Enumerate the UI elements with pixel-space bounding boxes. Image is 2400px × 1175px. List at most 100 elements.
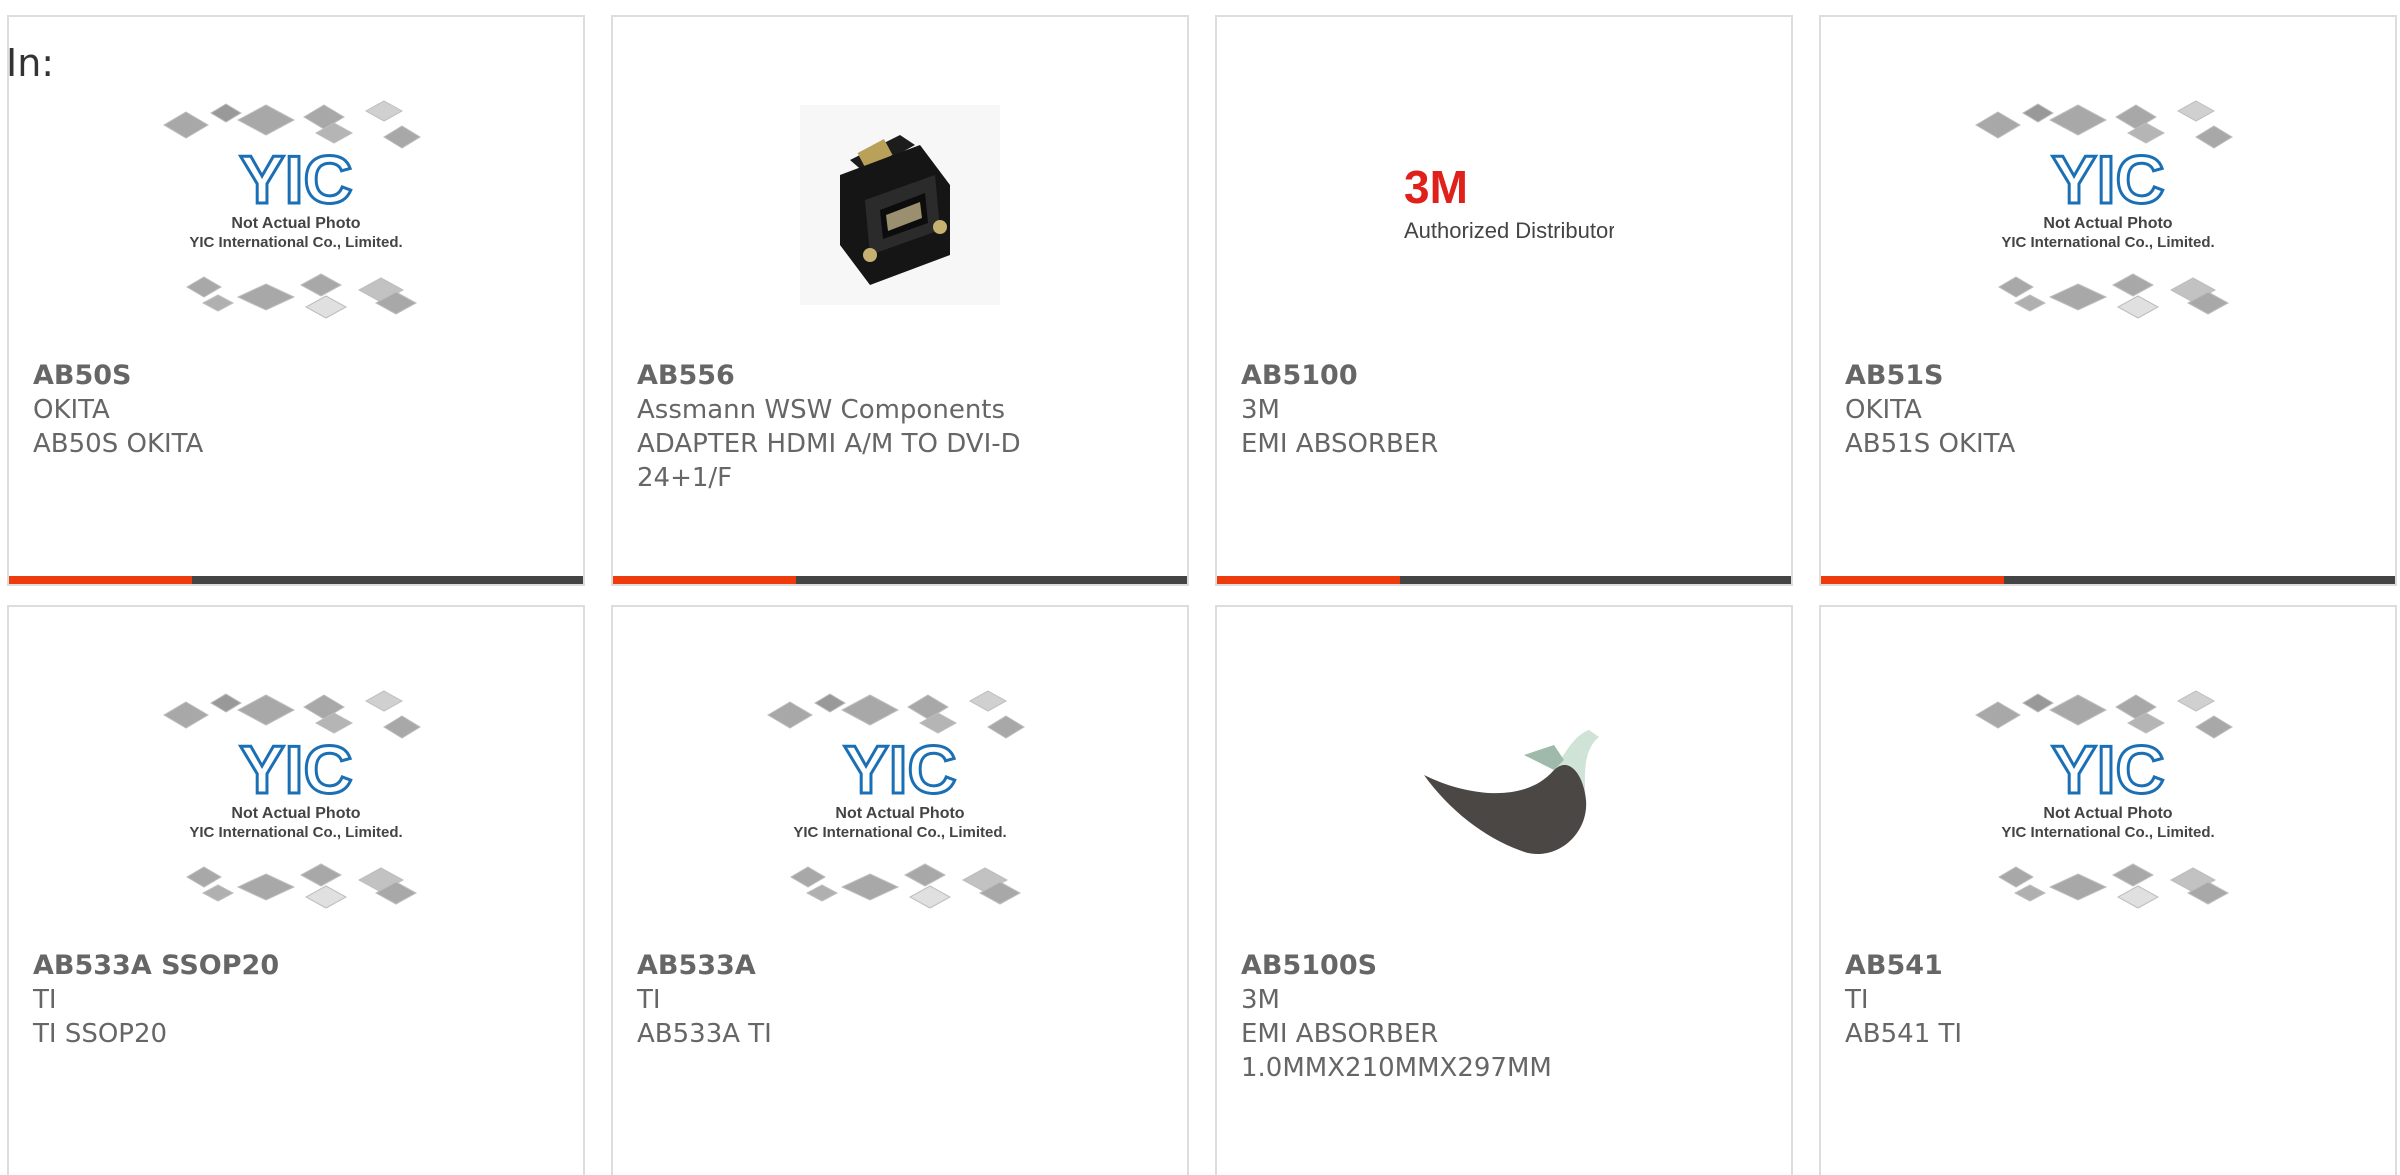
chip-icon <box>383 125 421 149</box>
chip-icon <box>163 701 209 729</box>
chip-icon <box>236 694 296 726</box>
part-number-link[interactable]: AB50S <box>33 359 563 393</box>
description: TI SSOP20 <box>33 1019 168 1049</box>
manufacturer: OKITA <box>1845 395 1922 425</box>
chip-icon <box>805 884 839 902</box>
card-bottom-bar <box>613 576 1187 584</box>
placeholder-line2: YIC International Co., Limited. <box>189 824 402 841</box>
chip-icon <box>299 863 343 887</box>
product-card[interactable]: YIC Not Actual Photo YIC International Co.… <box>7 15 585 586</box>
manufacturer: TI <box>637 985 661 1015</box>
chip-icon <box>299 273 343 297</box>
chip-icon <box>790 866 826 888</box>
chip-icon <box>186 866 222 888</box>
part-number-link[interactable]: AB51S <box>1845 359 2375 393</box>
manufacturer: 3M <box>1241 985 1280 1015</box>
chip-icon <box>2048 873 2108 901</box>
chip-icon <box>767 701 813 729</box>
product-card[interactable]: YIC Not Actual Photo YIC International Co.… <box>1819 605 2397 1175</box>
placeholder-line1: Not Actual Photo <box>2043 215 2172 232</box>
part-number-link[interactable]: AB541 <box>1845 949 2375 983</box>
chip-icon <box>987 715 1025 739</box>
chip-icon <box>2195 125 2233 149</box>
description: AB51S OKITA <box>1845 429 2016 459</box>
product-card[interactable]: AB5100S 3M EMI ABSORBER 1.0MMX210MMX297M… <box>1215 605 1793 1175</box>
product-image[interactable]: YIC Not Actual Photo YIC International Co.… <box>760 675 1040 915</box>
product-card[interactable]: 3M Authorized Distributor AB5100 3M EMI … <box>1215 15 1793 586</box>
chip-icon <box>210 693 242 713</box>
placeholder-line1: Not Actual Photo <box>2043 805 2172 822</box>
card-accent-bar <box>613 576 796 584</box>
chip-icon <box>2022 103 2054 123</box>
card-accent-bar <box>9 576 192 584</box>
product-image[interactable]: YIC Not Actual Photo YIC International Co.… <box>156 85 436 325</box>
yic-logo: YIC <box>2051 732 2164 808</box>
hdmi-dvi-adapter-photo <box>800 105 1000 305</box>
card-accent-bar <box>1821 576 2004 584</box>
yic-placeholder-image: YICNot Actual Photo YIC International Co.… <box>163 690 421 909</box>
3m-brand-text: 3M <box>1404 161 1468 213</box>
product-image[interactable]: YIC Not Actual Photo YIC International Co.… <box>1968 675 2248 915</box>
part-number-link[interactable]: AB5100 <box>1241 359 1771 393</box>
chip-icon <box>186 276 222 298</box>
chip-icon <box>2013 294 2047 312</box>
manufacturer: Assmann WSW Components <box>637 395 1006 425</box>
description: EMI ABSORBER <box>1241 429 1439 459</box>
product-image[interactable]: 3M Authorized Distributor <box>1364 85 1644 325</box>
product-image[interactable] <box>760 85 1040 325</box>
chip-icon <box>2048 104 2108 136</box>
part-number-link[interactable]: AB556 <box>637 359 1167 393</box>
product-card[interactable]: YIC Not Actual Photo YIC International Co.… <box>611 605 1189 1175</box>
part-number-link[interactable]: AB533A <box>637 949 1167 983</box>
3m-logo-image: 3M Authorized Distributor <box>1404 161 1614 243</box>
chip-icon <box>236 283 296 311</box>
product-card[interactable]: YIC Not Actual Photo YIC International Co.… <box>7 605 585 1175</box>
emi-absorber-sheet-photo <box>1424 730 1599 854</box>
description: AB541 TI <box>1845 1019 1963 1049</box>
chip-icon <box>1975 111 2021 139</box>
description: AB533A TI <box>637 1019 772 1049</box>
part-number-link[interactable]: AB533A SSOP20 <box>33 949 563 983</box>
chip-icon <box>2022 693 2054 713</box>
chip-icon <box>814 693 846 713</box>
chip-icon <box>903 863 947 887</box>
card-bottom-bar <box>1217 576 1791 584</box>
card-bottom-bar <box>1821 576 2395 584</box>
product-image[interactable]: YIC Not Actual Photo YIC International Co.… <box>156 675 436 915</box>
chip-icon <box>2111 273 2155 297</box>
manufacturer: TI <box>33 985 57 1015</box>
chip-icon <box>304 295 348 319</box>
product-image[interactable]: YIC Not Actual Photo YIC International Co.… <box>1968 85 2248 325</box>
chip-icon <box>840 694 900 726</box>
placeholder-line2: YIC International Co., Limited. <box>793 824 1006 841</box>
chip-icon <box>840 873 900 901</box>
chip-icon <box>163 111 209 139</box>
yic-placeholder-image: YICNot Actual Photo YIC International Co.… <box>1975 690 2233 909</box>
product-card[interactable]: AB556 Assmann WSW Components ADAPTER HDM… <box>611 15 1189 586</box>
chip-icon <box>2111 863 2155 887</box>
chip-icon <box>2048 283 2108 311</box>
yic-placeholder-image: YICNot Actual Photo YIC International Co.… <box>767 690 1025 909</box>
chip-icon <box>1998 276 2034 298</box>
yic-logo: YIC <box>843 732 956 808</box>
product-image[interactable] <box>1364 675 1644 915</box>
chip-icon <box>908 885 952 909</box>
3m-caption-text: Authorized Distributor <box>1404 218 1614 243</box>
chip-icon <box>201 294 235 312</box>
part-number-link[interactable]: AB5100S <box>1241 949 1771 983</box>
chip-icon <box>2176 100 2216 122</box>
yic-logo: YIC <box>239 142 352 218</box>
product-card[interactable]: YIC Not Actual Photo YIC International Co.… <box>1819 15 2397 586</box>
chip-icon <box>2195 715 2233 739</box>
card-accent-bar <box>1217 576 1400 584</box>
yic-logo: YIC <box>2051 142 2164 218</box>
placeholder-line2: YIC International Co., Limited. <box>2001 824 2214 841</box>
chip-icon <box>2048 694 2108 726</box>
yic-placeholder-image: YICNot Actual Photo YIC International Co.… <box>163 100 421 319</box>
chip-icon <box>364 100 404 122</box>
chip-icon <box>968 690 1008 712</box>
chip-icon <box>383 715 421 739</box>
card-bottom-bar <box>9 576 583 584</box>
chip-icon <box>201 884 235 902</box>
chip-icon <box>236 104 296 136</box>
